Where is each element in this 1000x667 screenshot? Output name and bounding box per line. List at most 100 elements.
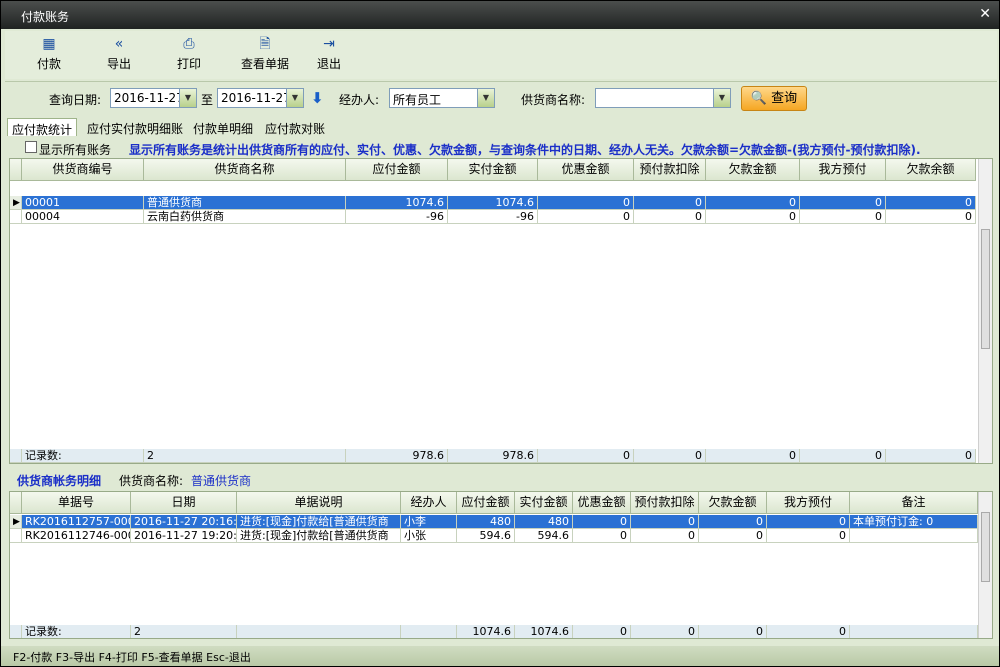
show-all-row: 显示所有账务 显示所有账务是统计出供货商所有的应付、实付、优惠、欠款金额，与查询… [9, 138, 993, 158]
print-button[interactable]: ⎙ 打印 [159, 35, 219, 75]
chevron-down-icon[interactable]: ▼ [286, 89, 303, 107]
exit-label: 退出 [316, 57, 341, 71]
row-indicator-icon: ▶ [10, 196, 22, 210]
detail-title: 供货商帐务明细 [17, 474, 102, 488]
search-icon: 🔍 [750, 91, 768, 106]
arrow-down-icon[interactable]: ⬇ [311, 89, 324, 107]
chevron-down-icon[interactable]: ▼ [713, 89, 730, 107]
tab-payable-stats[interactable]: 应付款统计 [7, 118, 78, 137]
detail-header-row: 单据号 日期 单据说明 经办人 应付金额 实付金额 优惠金额 预付款扣除 欠款金额 我方预付 备注 [10, 492, 980, 514]
summary-cell: 0 [538, 210, 634, 224]
chevron-down-icon[interactable]: ▼ [179, 89, 196, 107]
search-label: 查询 [771, 91, 798, 106]
exit-button[interactable]: ⇥ 退出 [299, 35, 359, 75]
handler-label: 经办人: [339, 93, 380, 107]
tab-payable-detail[interactable]: 应付实付款明细账 [83, 118, 187, 136]
detail-cell: 0 [573, 529, 631, 543]
detail-footer-cell: 0 [699, 625, 767, 638]
detail-supplier-label: 供货商名称: [119, 474, 184, 488]
summary-cell: 0 [886, 210, 976, 224]
view-doc-button[interactable]: 🗎 查看单据 [229, 35, 301, 75]
detail-column-header: 实付金额 [515, 492, 573, 514]
summary-column-header: 欠款金额 [706, 159, 800, 181]
detail-column-header: 我方预付 [767, 492, 850, 514]
search-button[interactable]: 🔍 查询 [741, 86, 807, 111]
print-icon: ⎙ [183, 36, 195, 52]
detail-footer-cell: 2 [131, 625, 237, 638]
detail-footer-cell: 0 [631, 625, 699, 638]
chevron-down-icon[interactable]: ▼ [477, 89, 494, 107]
detail-cell: 0 [631, 515, 699, 529]
detail-cell: 0 [699, 515, 767, 529]
exit-icon: ⇥ [323, 36, 335, 52]
detail-row[interactable]: ▶ RK2016112757-0002 2016-11-27 20:16: 进货:[现… [10, 515, 980, 529]
payment-label: 付款 [36, 57, 61, 71]
summary-scroll-thumb[interactable] [981, 229, 990, 349]
show-all-label: 显示所有账务 [39, 143, 112, 157]
payment-button[interactable]: ▦ 付款 [19, 35, 79, 75]
detail-column-header: 经办人 [401, 492, 457, 514]
detail-row[interactable]: RK2016112746-0001 2016-11-27 19:20: 进货:[现金… [10, 529, 980, 543]
summary-footer-cell: 978.6 [448, 449, 538, 463]
summary-column-header: 优惠金额 [538, 159, 634, 181]
summary-column-header: 欠款余额 [886, 159, 976, 181]
export-icon: « [114, 36, 124, 52]
detail-footer-cell: 0 [573, 625, 631, 638]
summary-column-header: 供货商编号 [22, 159, 144, 181]
detail-cell: 480 [515, 515, 573, 529]
summary-column-header: 预付款扣除 [634, 159, 706, 181]
view-doc-label: 查看单据 [240, 57, 289, 71]
summary-footer-row: 记录数: 2 978.6 978.6 0 0 0 0 0 [10, 449, 980, 463]
print-label: 打印 [176, 57, 201, 71]
close-icon[interactable]: ✕ [979, 6, 991, 22]
summary-cell: 1074.6 [448, 196, 538, 210]
detail-cell: 本单预付订金: 0 [850, 515, 978, 529]
detail-footer-cell: 1074.6 [457, 625, 515, 638]
show-all-checkbox[interactable] [25, 141, 37, 153]
detail-cell: RK2016112757-0002 [22, 515, 131, 529]
detail-footer-cell [850, 625, 978, 638]
detail-footer-cell [237, 625, 401, 638]
detail-column-header: 欠款金额 [699, 492, 767, 514]
summary-column-header: 我方预付 [800, 159, 886, 181]
tab-reconcile[interactable]: 应付款对账 [261, 118, 329, 136]
date-from-picker[interactable]: 2016-11-27 ▼ [110, 88, 197, 108]
supplier-select[interactable]: ▼ [595, 88, 731, 108]
summary-row[interactable]: ▶ 00001 普通供货商 1074.6 1074.6 0 0 0 0 0 [10, 196, 980, 210]
window-title: 付款账务 [21, 10, 70, 24]
summary-column-header: 供货商名称 [144, 159, 346, 181]
supplier-label: 供货商名称: [521, 93, 586, 107]
export-button[interactable]: « 导出 [89, 35, 149, 75]
row-indicator-icon [10, 529, 22, 543]
detail-header: 供货商帐务明细 供货商名称: 普通供货商 [9, 468, 993, 490]
date-to-value: 2016-11-27 [221, 91, 291, 105]
summary-footer-indicator [10, 449, 22, 463]
status-bar: F2-付款 F3-导出 F4-打印 F5-查看单据 Esc-退出 [1, 646, 999, 666]
summary-footer-cell: 0 [800, 449, 886, 463]
detail-cell: 0 [699, 529, 767, 543]
query-bar: 查询日期: 2016-11-27 ▼ 至 2016-11-27 ▼ ⬇ 经办人:… [5, 81, 997, 115]
to-label: 至 [201, 93, 214, 107]
detail-column-header: 单据号 [22, 492, 131, 514]
date-to-picker[interactable]: 2016-11-27 ▼ [217, 88, 304, 108]
summary-cell: 1074.6 [346, 196, 448, 210]
detail-grid: 单据号 日期 单据说明 经办人 应付金额 实付金额 优惠金额 预付款扣除 欠款金额 我方预付 备注 ▶… [9, 491, 993, 639]
detail-scroll-thumb[interactable] [981, 512, 990, 582]
handler-select[interactable]: 所有员工 ▼ [389, 88, 495, 108]
detail-cell: 594.6 [515, 529, 573, 543]
detail-cell: 594.6 [457, 529, 515, 543]
detail-column-header: 应付金额 [457, 492, 515, 514]
detail-scrollbar[interactable] [978, 492, 992, 638]
detail-column-header: 预付款扣除 [631, 492, 699, 514]
summary-cell: 0 [538, 196, 634, 210]
summary-grid: 供货商编号 供货商名称 应付金额 实付金额 优惠金额 预付款扣除 欠款金额 我方预付 欠款余额 ▶… [9, 158, 993, 464]
handler-value: 所有员工 [393, 93, 442, 107]
summary-footer-cell: 0 [634, 449, 706, 463]
detail-supplier-name: 普通供货商 [191, 474, 252, 488]
summary-column-header: 应付金额 [346, 159, 448, 181]
summary-column-header: 实付金额 [448, 159, 538, 181]
detail-footer-row: 记录数: 2 1074.6 1074.6 0 0 0 0 [10, 625, 980, 638]
tab-payment-detail[interactable]: 付款单明细 [189, 118, 257, 136]
summary-scrollbar[interactable] [978, 159, 992, 463]
summary-row[interactable]: 00004 云南白药供货商 -96 -96 0 0 0 0 0 [10, 210, 980, 224]
